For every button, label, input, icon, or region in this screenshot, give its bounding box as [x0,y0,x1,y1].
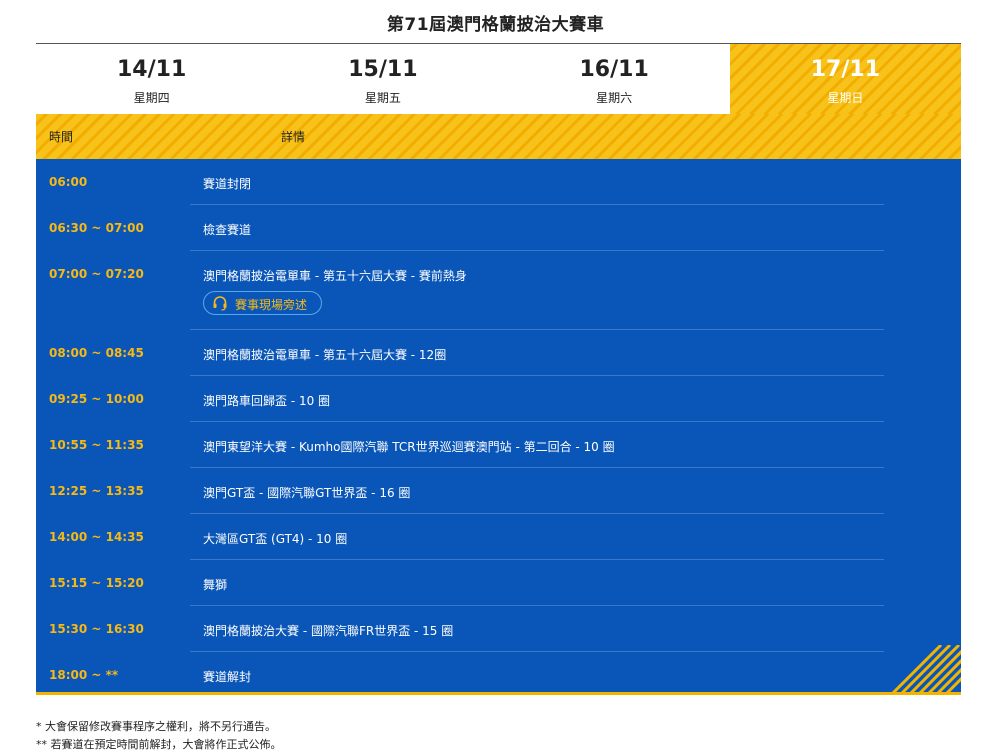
page-title: 第71屆澳門格蘭披治大賽車 [386,15,605,35]
row-time: 10:55 ~ 11:35 [49,438,144,452]
tab-16-11[interactable]: 16/11 星期六 [498,44,730,114]
row-time: 15:30 ~ 16:30 [49,622,144,636]
footnotes: * 大會保留修改賽事程序之權利，將不另行通告。 ** 若賽道在預定時間前解封，大… [36,718,282,754]
row-detail: 賽道封閉 [203,177,252,191]
tab-14-11[interactable]: 14/11 星期四 [36,44,268,114]
table-row: 10:55 ~ 11:35 澳門東望洋大賽 - Kumho國際汽聯 TCR世界巡… [36,422,961,468]
table-row: 09:25 ~ 10:00 澳門路車回歸盃 - 10 圈 [36,376,961,422]
row-detail: 澳門格蘭披治電單車 - 第五十六屆大賽 - 12圈 [203,348,447,362]
tab-date: 15/11 [348,57,418,82]
table-row: 06:30 ~ 07:00 檢查賽道 [36,205,961,251]
table-header: 時間 詳情 [36,114,961,159]
headset-icon [213,296,227,311]
tab-15-11[interactable]: 15/11 星期五 [267,44,499,114]
header-detail: 詳情 [281,130,306,144]
table-row: 14:00 ~ 14:35 大灣區GT盃 (GT4) - 10 圈 [36,514,961,560]
row-time: 12:25 ~ 13:35 [49,484,144,498]
tab-date: 14/11 [116,57,187,82]
tab-date: 16/11 [579,57,649,82]
row-detail: 舞獅 [203,578,228,592]
day-tabs: 14/11 星期四 15/11 星期五 16/11 星期六 17/11 星期日 [36,44,961,114]
tab-day: 星期四 [133,91,170,105]
live-commentary-button[interactable]: 賽事現場旁述 [203,291,322,315]
table-row: 08:00 ~ 08:45 澳門格蘭披治電單車 - 第五十六屆大賽 - 12圈 [36,330,961,376]
header-time: 時間 [49,130,74,144]
row-time: 09:25 ~ 10:00 [49,392,144,406]
row-detail: 賽道解封 [203,670,252,684]
table-row: 18:00 ~ ** 賽道解封 [36,652,961,695]
row-detail: 澳門格蘭披治電單車 - 第五十六屆大賽 - 賽前熱身 [203,269,467,283]
tab-day: 星期六 [596,91,633,105]
tab-17-11[interactable]: 17/11 星期日 [729,44,961,114]
row-detail: 大灣區GT盃 (GT4) - 10 圈 [203,532,348,546]
row-time: 06:30 ~ 07:00 [49,221,144,235]
table-row: 15:30 ~ 16:30 澳門格蘭披治大賽 - 國際汽聯FR世界盃 - 15 … [36,606,961,652]
row-time: 08:00 ~ 08:45 [49,346,144,360]
decorative-stripes-icon [891,645,961,695]
row-detail: 檢查賽道 [203,223,252,237]
row-time: 15:15 ~ 15:20 [49,576,144,590]
row-detail: 澳門東望洋大賽 - Kumho國際汽聯 TCR世界巡迴賽澳門站 - 第二回合 -… [203,440,615,454]
table-row: 15:15 ~ 15:20 舞獅 [36,560,961,606]
row-time: 14:00 ~ 14:35 [49,530,144,544]
table-row: 07:00 ~ 07:20 澳門格蘭披治電單車 - 第五十六屆大賽 - 賽前熱身… [36,251,961,330]
row-detail: 澳門路車回歸盃 - 10 圈 [203,394,331,408]
tab-day: 星期五 [364,91,401,105]
tab-date: 17/11 [810,57,880,82]
commentary-label: 賽事現場旁述 [235,298,308,312]
footnote: ** 若賽道在預定時間前解封，大會將作正式公佈。 [36,738,282,751]
row-time: 06:00 [49,175,88,189]
footnote: * 大會保留修改賽事程序之權利，將不另行通告。 [36,720,276,733]
row-detail: 澳門格蘭披治大賽 - 國際汽聯FR世界盃 - 15 圈 [203,624,454,638]
row-detail: 澳門GT盃 - 國際汽聯GT世界盃 - 16 圈 [203,486,411,500]
row-time: 18:00 ~ ** [49,668,119,682]
tab-day: 星期日 [827,91,864,105]
row-time: 07:00 ~ 07:20 [49,267,144,281]
table-row: 12:25 ~ 13:35 澳門GT盃 - 國際汽聯GT世界盃 - 16 圈 [36,468,961,514]
schedule-bottom-border [36,692,961,695]
table-row: 06:00 賽道封閉 [36,159,961,205]
schedule-list: 06:00 賽道封閉 06:30 ~ 07:00 檢查賽道 07:00 ~ 07… [36,159,961,695]
